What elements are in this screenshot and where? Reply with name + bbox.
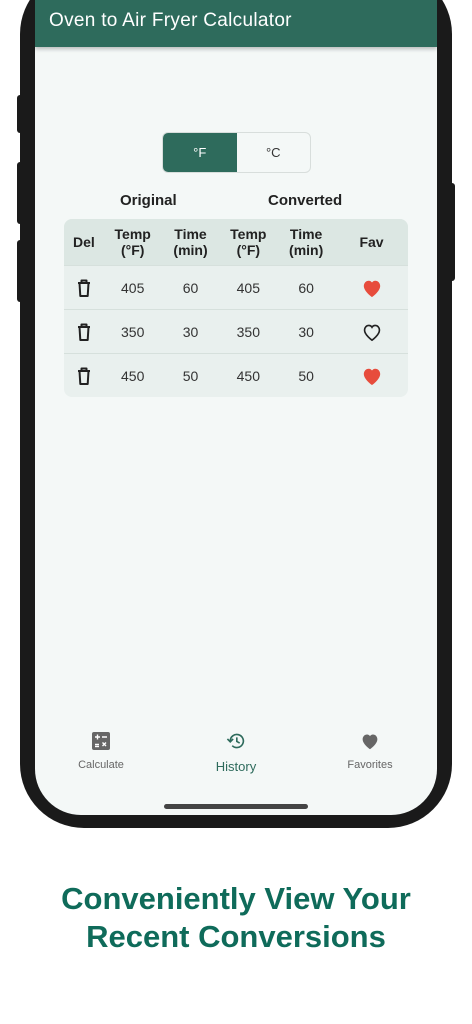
cell-orig-time: 30 — [182, 323, 199, 340]
table-row: 405 60 405 60 — [64, 265, 408, 309]
nav-history[interactable]: History — [186, 732, 286, 774]
header-orig-time-line2: (min) — [173, 242, 208, 258]
toggle-celsius[interactable]: °C — [237, 133, 311, 172]
history-table: Del Temp (°F) Time (min) Temp (°F) Time (min… — [64, 219, 408, 397]
header-conv-temp: Temp (°F) — [219, 226, 277, 258]
nav-favorites[interactable]: Favorites — [320, 732, 420, 771]
table-row: 350 30 350 30 — [64, 309, 408, 353]
caption-line-2: Recent Conversions — [86, 919, 386, 954]
header-conv-time: Time (min) — [277, 226, 335, 258]
header-conv-time-line1: Time — [289, 226, 323, 242]
table-row: 450 50 450 50 — [64, 353, 408, 397]
app-bar: Oven to Air Fryer Calculator — [35, 0, 437, 47]
nav-history-label: History — [215, 759, 257, 774]
heart-icon — [360, 732, 380, 755]
header-orig-temp: Temp (°F) — [104, 226, 162, 258]
cell-conv-temp: 450 — [236, 367, 260, 384]
unit-toggle: °F °C — [162, 132, 311, 173]
converted-group-label: Converted — [268, 192, 343, 209]
header-orig-temp-line1: Temp — [114, 226, 151, 242]
heart-icon[interactable] — [361, 366, 383, 386]
cell-orig-temp: 450 — [121, 367, 145, 384]
cell-conv-time: 30 — [298, 323, 314, 340]
header-conv-temp-line2: (°F) — [236, 242, 261, 258]
heart-outline-icon[interactable] — [361, 322, 383, 342]
cell-conv-temp: 405 — [236, 279, 260, 296]
app-screen: Oven to Air Fryer Calculator °F °C Origi… — [35, 0, 437, 815]
heart-icon[interactable] — [361, 278, 383, 298]
nav-calculate[interactable]: Calculate — [51, 732, 151, 771]
header-orig-temp-line2: (°F) — [120, 242, 145, 258]
header-fav: Fav — [359, 234, 384, 250]
cell-orig-temp: 405 — [121, 279, 145, 296]
cell-orig-time: 50 — [182, 367, 199, 384]
header-del: Del — [73, 234, 95, 250]
promo-caption: Conveniently View Your Recent Conversion… — [0, 880, 472, 956]
trash-icon[interactable] — [76, 366, 92, 386]
app-title: Oven to Air Fryer Calculator — [49, 10, 292, 31]
header-conv-time-line2: (min) — [289, 242, 324, 258]
nav-favorites-label: Favorites — [347, 759, 393, 771]
bottom-navigation: Calculate History Favorites — [35, 732, 437, 802]
cell-orig-temp: 350 — [121, 323, 145, 340]
header-conv-temp-line1: Temp — [230, 226, 267, 242]
nav-calculate-label: Calculate — [78, 759, 124, 771]
home-indicator[interactable] — [164, 804, 308, 809]
history-icon — [226, 732, 246, 755]
cell-orig-time: 60 — [182, 279, 199, 296]
cell-conv-time: 60 — [298, 279, 314, 296]
original-group-label: Original — [120, 192, 177, 209]
toggle-fahrenheit[interactable]: °F — [163, 133, 237, 172]
header-orig-time-line1: Time — [174, 226, 207, 242]
header-orig-time: Time (min) — [162, 226, 220, 258]
cell-conv-temp: 350 — [236, 323, 260, 340]
table-header: Del Temp (°F) Time (min) Temp (°F) Time (min… — [64, 219, 408, 265]
caption-line-1: Conveniently View Your — [61, 881, 411, 916]
cell-conv-time: 50 — [298, 367, 314, 384]
calculator-icon — [92, 732, 110, 755]
trash-icon[interactable] — [76, 278, 92, 298]
trash-icon[interactable] — [76, 322, 92, 342]
